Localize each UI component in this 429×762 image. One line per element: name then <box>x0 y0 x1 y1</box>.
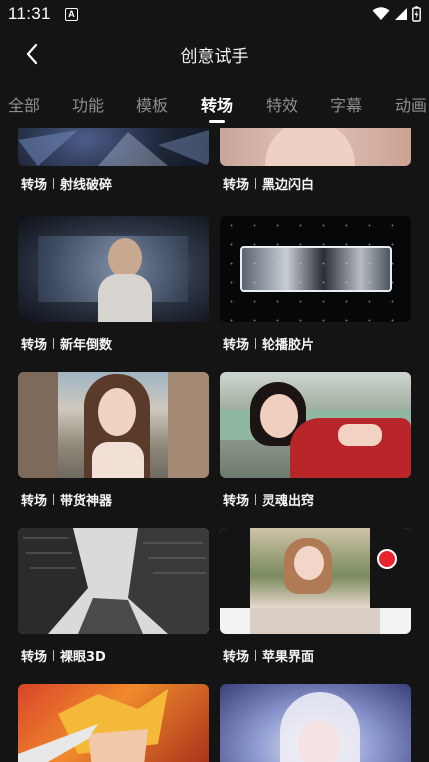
template-card[interactable]: 转场 灵魂出窍 <box>220 372 411 509</box>
tab-all[interactable]: 全部 <box>8 92 40 116</box>
template-card[interactable] <box>220 684 411 762</box>
hand-shape <box>338 424 382 446</box>
portrait-shape <box>92 442 144 478</box>
template-title: 转场 轮播胶片 <box>223 338 315 353</box>
portrait-shape <box>298 720 340 762</box>
battery-icon <box>412 6 421 22</box>
building-shape <box>168 372 209 478</box>
template-card[interactable] <box>18 684 209 762</box>
template-title: 转场 带货神器 <box>21 494 113 509</box>
anime-character-graphic <box>18 689 168 762</box>
portrait-shape <box>260 394 298 438</box>
ray-burst-graphic <box>18 130 209 166</box>
status-bar: 11:31 A <box>0 0 429 30</box>
template-thumbnail <box>220 684 411 762</box>
particle-layer <box>220 216 411 322</box>
status-time: 11:31 <box>8 4 51 23</box>
video-preview <box>250 608 380 634</box>
tab-subtitles[interactable]: 字幕 <box>330 92 362 116</box>
tab-features[interactable]: 功能 <box>72 92 104 116</box>
tab-transitions[interactable]: 转场 <box>201 92 233 116</box>
portrait-shape <box>265 128 355 166</box>
category-tabs: 全部 功能 模板 转场 特效 字幕 动画 <box>0 88 429 128</box>
template-title: 转场 射线破碎 <box>21 178 113 193</box>
notification-a-icon: A <box>65 8 78 21</box>
template-thumbnail <box>18 528 209 634</box>
portrait-shape <box>98 388 136 436</box>
template-title: 转场 灵魂出窍 <box>223 494 315 509</box>
template-card[interactable]: 转场 裸眼3D <box>18 528 209 665</box>
status-icons <box>372 6 421 22</box>
template-card[interactable]: 转场 射线破碎 <box>18 128 209 193</box>
template-thumbnail <box>220 216 411 322</box>
signal-icon <box>395 8 407 20</box>
page-title: 创意试手 <box>180 47 249 67</box>
header: 创意试手 <box>0 30 429 80</box>
active-tab-indicator <box>209 120 225 123</box>
tab-effects[interactable]: 特效 <box>266 92 298 116</box>
template-card[interactable]: 转场 苹果界面 <box>220 528 411 665</box>
record-button-icon <box>377 549 397 569</box>
template-card[interactable]: 转场 轮播胶片 <box>220 216 411 353</box>
template-title: 转场 新年倒数 <box>21 338 113 353</box>
template-thumbnail <box>18 216 209 322</box>
template-title: 转场 苹果界面 <box>223 650 315 665</box>
template-thumbnail <box>18 684 209 762</box>
template-thumbnail <box>220 372 411 478</box>
template-thumbnail <box>18 128 209 166</box>
tab-templates[interactable]: 模板 <box>136 92 168 116</box>
template-grid: 转场 射线破碎 转场 黑边闪白 转场 新年倒数 转场 轮播胶片 转场 带货神器 … <box>0 128 429 762</box>
tab-animation[interactable]: 动画 <box>395 92 427 116</box>
template-card[interactable]: 转场 黑边闪白 <box>220 128 411 193</box>
portrait-shape <box>98 274 152 322</box>
template-thumbnail <box>220 128 411 166</box>
portrait-shape <box>108 238 142 278</box>
template-card[interactable]: 转场 新年倒数 <box>18 216 209 353</box>
template-title: 转场 黑边闪白 <box>223 178 315 193</box>
template-thumbnail <box>18 372 209 478</box>
building-shape <box>18 372 58 478</box>
template-title: 转场 裸眼3D <box>21 650 106 665</box>
template-card[interactable]: 转场 带货神器 <box>18 372 209 509</box>
template-thumbnail <box>220 528 411 634</box>
portrait-shape <box>294 546 324 580</box>
skyscrapers-graphic <box>18 528 209 634</box>
wifi-icon <box>372 7 390 20</box>
